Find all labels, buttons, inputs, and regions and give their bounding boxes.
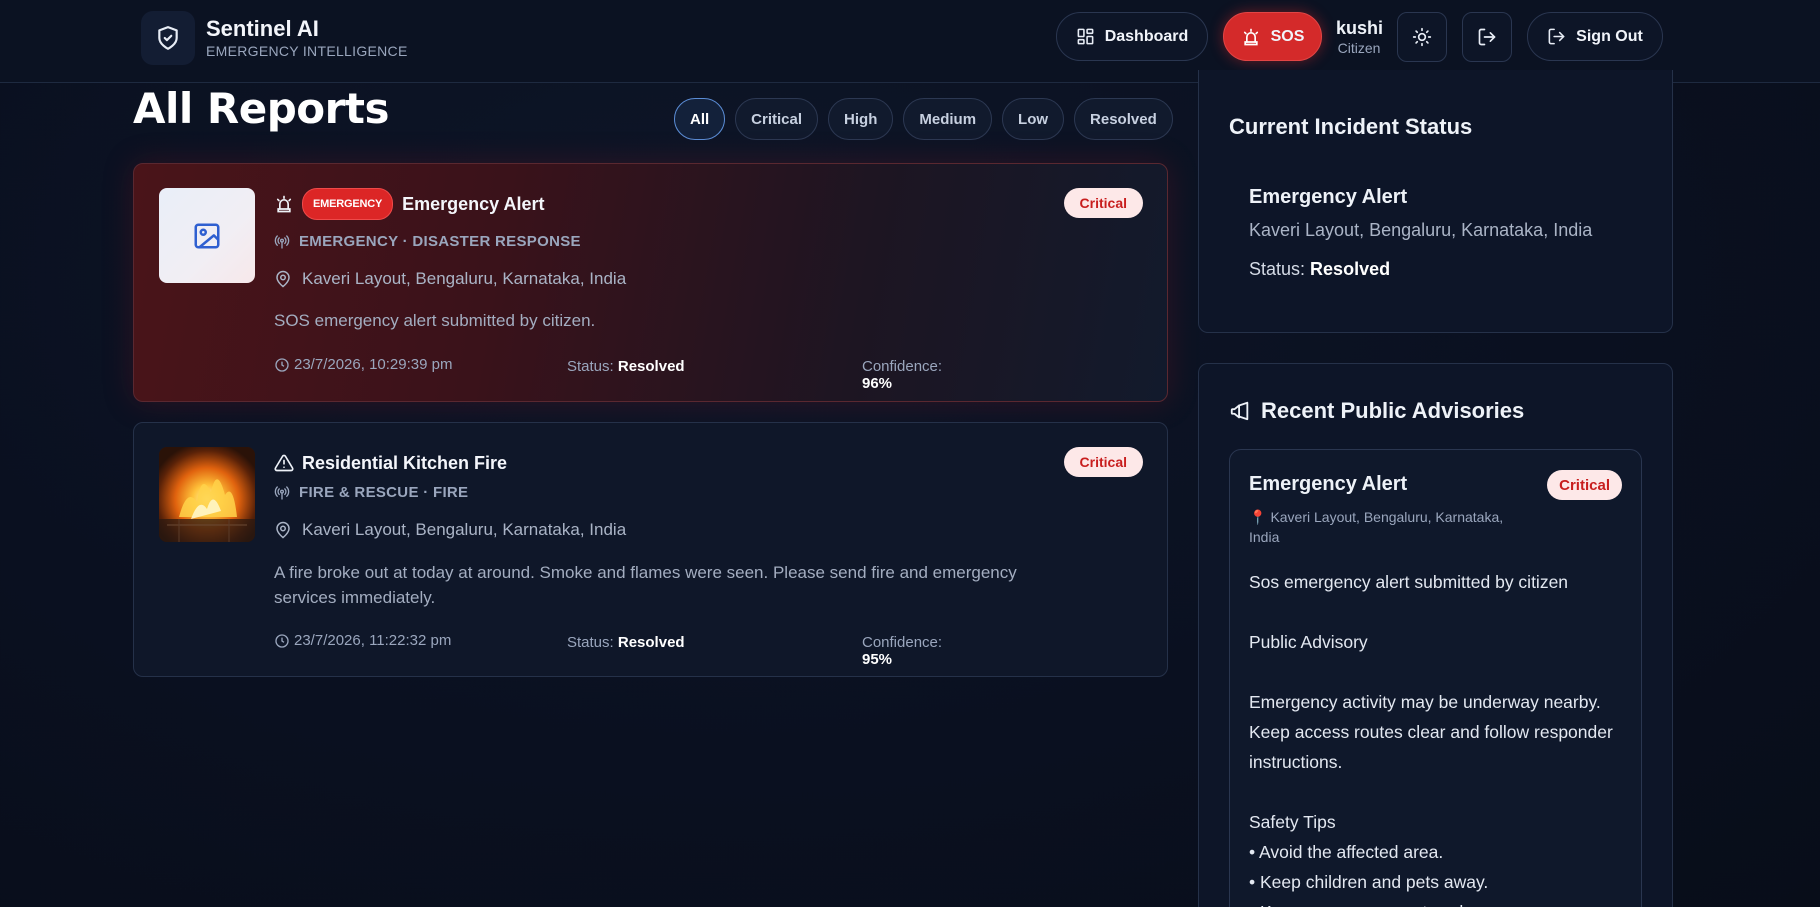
advisories-heading: Recent Public Advisories — [1261, 398, 1525, 423]
confidence-value: 96% — [862, 375, 893, 392]
status-value: Resolved — [617, 358, 685, 375]
location-text: Kaveri Layout, Bengaluru, Karnataka, Ind… — [302, 520, 627, 539]
shield-logo-icon — [141, 11, 195, 65]
advisory-body: Sos emergency alert submitted by citizen… — [1249, 567, 1629, 907]
report-timestamp: 23/7/2026, 11:22:32 pm — [294, 632, 452, 649]
user-info: kushi Citizen — [1336, 17, 1384, 57]
filter-resolved[interactable]: Resolved — [1074, 98, 1173, 140]
report-thumbnail[interactable] — [159, 447, 255, 542]
report-card[interactable]: EMERGENCY Emergency Alert Critical EMERG… — [133, 163, 1168, 402]
grid-icon — [1077, 28, 1094, 45]
advisory-location: 📍 Kaveri Layout, Bengaluru, Karnataka, In… — [1249, 507, 1529, 547]
fire-photo — [159, 447, 255, 542]
incident-title: Emergency Alert — [1249, 186, 1408, 208]
user-name: kushi — [1336, 18, 1384, 38]
image-placeholder-icon — [194, 223, 220, 248]
sign-out-button[interactable]: Sign Out — [1527, 12, 1663, 61]
report-category: FIRE & RESCUE · FIRE — [274, 484, 468, 501]
sos-label: SOS — [1270, 27, 1305, 45]
incident-status-label: Status: — [1249, 259, 1306, 279]
logout-icon-button[interactable] — [1462, 12, 1512, 62]
logout-icon — [1548, 28, 1565, 45]
incident-status-panel: Current Incident Status Emergency Alert … — [1198, 70, 1673, 333]
clock-icon — [275, 633, 289, 648]
safety-tips-heading: Safety Tips — [1249, 812, 1336, 832]
report-location: Kaveri Layout, Bengaluru, Karnataka, Ind… — [274, 520, 626, 540]
app-name: Sentinel AI — [206, 16, 319, 41]
pin-icon: 📍 — [1249, 509, 1267, 525]
broadcast-icon — [274, 485, 290, 500]
safety-tip: • Avoid the affected area. — [1249, 842, 1444, 862]
location-text: Kaveri Layout, Bengaluru, Karnataka, Ind… — [302, 269, 627, 288]
report-card[interactable]: Residential Kitchen Fire Critical FIRE &… — [133, 422, 1168, 677]
filter-medium[interactable]: Medium — [903, 98, 993, 140]
emergency-tag: EMERGENCY — [302, 188, 394, 220]
filter-high[interactable]: High — [828, 98, 894, 140]
status-label: Status: — [567, 358, 614, 375]
advisory-summary: Sos emergency alert submitted by citizen — [1249, 572, 1569, 592]
severity-badge: Critical — [1063, 188, 1143, 218]
map-pin-icon — [276, 521, 290, 539]
report-meta: 23/7/2026, 11:22:32 pm Status: Resolved … — [274, 632, 974, 668]
brand[interactable]: Sentinel AI EMERGENCY INTELLIGENCE — [141, 10, 408, 66]
confidence-label: Confidence: — [862, 634, 943, 651]
theme-toggle-button[interactable] — [1397, 12, 1447, 62]
incident-status: Status: Resolved — [1249, 259, 1390, 280]
advisories-heading-row: Recent Public Advisories — [1229, 398, 1524, 424]
map-pin-icon — [276, 270, 290, 288]
dashboard-label: Dashboard — [1104, 27, 1189, 45]
incident-status-value: Resolved — [1310, 259, 1391, 279]
filter-critical[interactable]: Critical — [735, 98, 819, 140]
advisories-panel: Recent Public Advisories Emergency Alert… — [1198, 363, 1673, 907]
app-subtitle: EMERGENCY INTELLIGENCE — [206, 43, 408, 59]
report-timestamp: 23/7/2026, 10:29:39 pm — [294, 356, 453, 373]
incident-status-heading: Current Incident Status — [1229, 114, 1473, 139]
advisory-location-text: Kaveri Layout, Bengaluru, Karnataka, Ind… — [1249, 509, 1504, 545]
report-thumbnail[interactable] — [159, 188, 255, 283]
report-title: Emergency Alert — [402, 193, 545, 214]
confidence-value: 95% — [862, 651, 893, 668]
report-meta: 23/7/2026, 10:29:39 pm Status: Resolved … — [274, 356, 974, 392]
filter-low[interactable]: Low — [1002, 98, 1065, 140]
siren-icon — [276, 195, 292, 213]
user-role: Citizen — [1337, 40, 1381, 56]
report-category: EMERGENCY · DISASTER RESPONSE — [274, 233, 581, 250]
clock-icon — [275, 357, 289, 372]
severity-badge: Critical — [1547, 470, 1622, 500]
logout-icon — [1478, 28, 1496, 46]
status-label: Status: — [567, 634, 614, 651]
report-description: A fire broke out at today at around. Smo… — [274, 563, 1017, 607]
advisory-title: Emergency Alert — [1249, 473, 1408, 495]
sos-button[interactable]: SOS — [1223, 12, 1322, 61]
sign-out-label: Sign Out — [1576, 27, 1643, 45]
broadcast-icon — [274, 234, 290, 249]
status-value: Resolved — [617, 634, 685, 651]
report-title: Residential Kitchen Fire — [302, 452, 508, 473]
safety-tip: • Keep emergency routes clear. — [1249, 897, 1629, 907]
report-location: Kaveri Layout, Bengaluru, Karnataka, Ind… — [274, 269, 626, 289]
category-text: EMERGENCY · DISASTER RESPONSE — [299, 233, 581, 250]
megaphone-icon — [1230, 401, 1249, 421]
filter-chips: All Critical High Medium Low Resolved — [674, 98, 1173, 140]
warning-icon — [274, 454, 294, 472]
incident-location: Kaveri Layout, Bengaluru, Karnataka, Ind… — [1249, 220, 1593, 240]
safety-tip: • Keep children and pets away. — [1249, 872, 1489, 892]
page-title: All Reports — [133, 84, 389, 133]
severity-badge: Critical — [1063, 447, 1143, 477]
advisory-card[interactable]: Emergency Alert Critical 📍 Kaveri Layout,… — [1229, 449, 1642, 907]
category-text: FIRE & RESCUE · FIRE — [299, 484, 469, 501]
dashboard-button[interactable]: Dashboard — [1056, 12, 1208, 61]
advisory-section-heading: Public Advisory — [1249, 632, 1368, 652]
filter-all[interactable]: All — [674, 98, 726, 140]
report-description: SOS emergency alert submitted by citizen… — [274, 311, 596, 330]
confidence-label: Confidence: — [862, 358, 943, 375]
advisory-text: Emergency activity may be underway nearb… — [1249, 692, 1613, 772]
siren-icon — [1243, 28, 1258, 45]
sun-icon — [1412, 27, 1432, 47]
